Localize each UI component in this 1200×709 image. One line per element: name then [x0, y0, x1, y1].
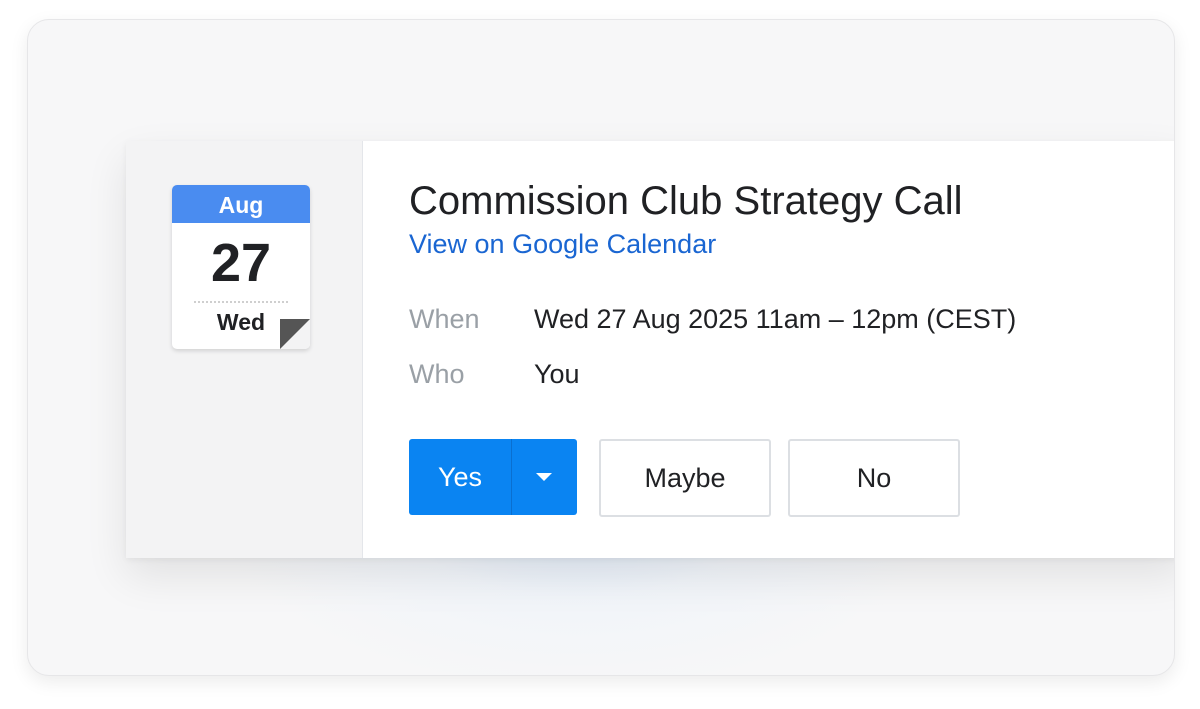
screenshot-frame: Aug 27 Wed Commission Club Strategy Call…: [27, 19, 1175, 676]
view-on-google-calendar-link[interactable]: View on Google Calendar: [409, 229, 716, 260]
rsvp-no-button[interactable]: No: [788, 439, 960, 517]
when-value: Wed 27 Aug 2025 11am – 12pm (CEST): [534, 304, 1017, 334]
event-details-panel: Commission Club Strategy Call View on Go…: [363, 141, 1174, 558]
rsvp-yes-button[interactable]: Yes: [409, 439, 511, 515]
calendar-day: 27: [210, 233, 272, 293]
who-value: You: [534, 359, 580, 389]
calendar-date-icon: Aug 27 Wed: [172, 185, 310, 349]
date-panel: Aug 27 Wed: [126, 141, 363, 558]
rsvp-yes-dropdown-button[interactable]: [512, 439, 577, 515]
calendar-month: Aug: [172, 185, 310, 223]
caret-down-icon: [536, 473, 552, 481]
rsvp-maybe-button[interactable]: Maybe: [599, 439, 771, 517]
calendar-divider: [194, 301, 288, 303]
who-label: Who: [409, 359, 465, 389]
when-label: When: [409, 304, 480, 334]
rsvp-yes-split-button: Yes: [409, 439, 577, 515]
event-title: Commission Club Strategy Call: [409, 179, 963, 223]
page-fold-icon: [280, 319, 310, 349]
calendar-invite-card: Aug 27 Wed Commission Club Strategy Call…: [126, 141, 1174, 558]
